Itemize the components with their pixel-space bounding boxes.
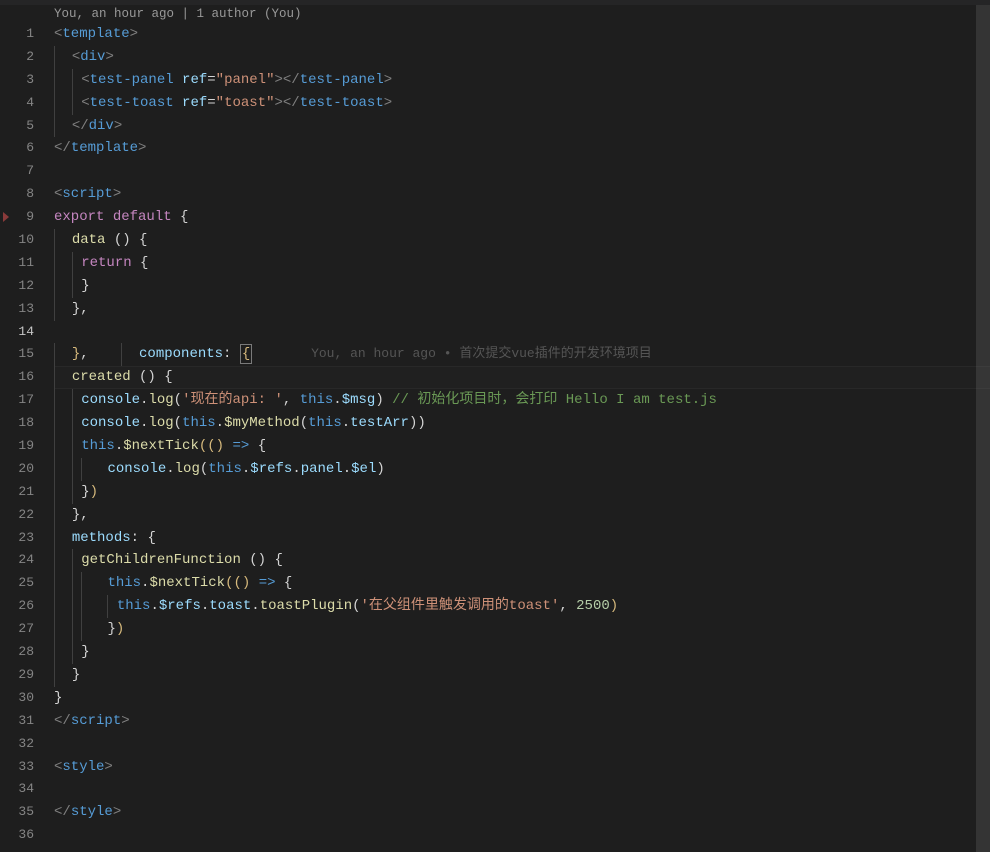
line-number[interactable]: 3 — [0, 69, 34, 92]
line-number[interactable]: 10 — [0, 229, 34, 252]
code-line[interactable]: this.$nextTick(() => { — [54, 435, 990, 458]
code-line[interactable]: getChildrenFunction () { — [54, 549, 990, 572]
code-line[interactable]: }, — [54, 504, 990, 527]
line-number[interactable]: 28 — [0, 641, 34, 664]
line-number[interactable]: 11 — [0, 252, 34, 275]
line-number[interactable]: 22 — [0, 504, 34, 527]
code-line[interactable]: <test-toast ref="toast"></test-toast> — [54, 92, 990, 115]
line-number[interactable]: 6 — [0, 137, 34, 160]
code-line[interactable]: } — [54, 275, 990, 298]
line-number[interactable]: 4 — [0, 92, 34, 115]
breakpoint-icon[interactable] — [3, 212, 9, 222]
line-number[interactable]: 35 — [0, 801, 34, 824]
line-number[interactable]: 21 — [0, 481, 34, 504]
code-line[interactable]: this.$nextTick(() => { — [54, 572, 990, 595]
line-number[interactable]: 23 — [0, 527, 34, 550]
code-line[interactable]: }) — [54, 481, 990, 504]
code-line[interactable]: this.$refs.toast.toastPlugin('在父组件里触发调用的… — [54, 595, 990, 618]
code-line[interactable]: } — [54, 664, 990, 687]
code-line-active[interactable]: components: { You, an hour ago • 首次提交vue… — [54, 321, 990, 344]
code-line[interactable]: <script> — [54, 183, 990, 206]
code-line[interactable]: }) — [54, 618, 990, 641]
code-line[interactable] — [54, 778, 990, 801]
code-line[interactable]: console.log(this.$refs.panel.$el) — [54, 458, 990, 481]
line-number[interactable]: 36 — [0, 824, 34, 847]
line-number[interactable]: 18 — [0, 412, 34, 435]
line-number[interactable]: 12 — [0, 275, 34, 298]
code-line[interactable]: } — [54, 687, 990, 710]
line-number[interactable]: 14 — [0, 321, 34, 344]
line-number[interactable]: 16 — [0, 366, 34, 389]
line-number[interactable]: 15 — [0, 343, 34, 366]
code-line[interactable]: export default { — [54, 206, 990, 229]
code-editor[interactable]: 1234567891011121314151617181920212223242… — [0, 5, 990, 852]
code-line[interactable]: <test-panel ref="panel"></test-panel> — [54, 69, 990, 92]
line-number[interactable]: 8 — [0, 183, 34, 206]
vertical-scrollbar[interactable] — [976, 5, 990, 852]
code-line[interactable]: </style> — [54, 801, 990, 824]
line-number-gutter[interactable]: 1234567891011121314151617181920212223242… — [0, 5, 48, 852]
code-line[interactable]: <style> — [54, 756, 990, 779]
code-line[interactable]: console.log('现在的api: ', this.$msg) // 初始… — [54, 389, 990, 412]
line-number[interactable]: 24 — [0, 549, 34, 572]
line-number[interactable]: 31 — [0, 710, 34, 733]
line-number[interactable]: 19 — [0, 435, 34, 458]
code-line[interactable]: </template> — [54, 137, 990, 160]
code-line[interactable]: return { — [54, 252, 990, 275]
code-line[interactable]: } — [54, 641, 990, 664]
line-number[interactable]: 7 — [0, 160, 34, 183]
code-line[interactable] — [54, 824, 990, 847]
code-line[interactable]: }, — [54, 343, 990, 366]
line-number[interactable]: 29 — [0, 664, 34, 687]
code-line[interactable] — [54, 160, 990, 183]
code-line[interactable]: <div> — [54, 46, 990, 69]
line-number[interactable]: 33 — [0, 756, 34, 779]
line-number[interactable]: 20 — [0, 458, 34, 481]
code-line[interactable]: methods: { — [54, 527, 990, 550]
scrollbar-thumb[interactable] — [976, 5, 990, 852]
line-number[interactable]: 2 — [0, 46, 34, 69]
line-number[interactable]: 5 — [0, 115, 34, 138]
code-line[interactable]: <template> — [54, 23, 990, 46]
code-line[interactable]: created () { — [54, 366, 990, 389]
line-number[interactable]: 1 — [0, 23, 34, 46]
code-line[interactable]: </script> — [54, 710, 990, 733]
code-line[interactable]: data () { — [54, 229, 990, 252]
code-line[interactable]: }, — [54, 298, 990, 321]
line-number[interactable]: 17 — [0, 389, 34, 412]
line-number[interactable]: 25 — [0, 572, 34, 595]
code-line[interactable]: </div> — [54, 115, 990, 138]
code-area[interactable]: <template> <div> <test-panel ref="panel"… — [48, 23, 990, 847]
line-number[interactable]: 26 — [0, 595, 34, 618]
code-line[interactable] — [54, 733, 990, 756]
line-number[interactable]: 32 — [0, 733, 34, 756]
line-number[interactable]: 34 — [0, 778, 34, 801]
git-codelens[interactable]: You, an hour ago | 1 author (You) — [48, 5, 990, 23]
line-number[interactable]: 13 — [0, 298, 34, 321]
line-number[interactable]: 27 — [0, 618, 34, 641]
code-line[interactable]: console.log(this.$myMethod(this.testArr)… — [54, 412, 990, 435]
line-number[interactable]: 30 — [0, 687, 34, 710]
